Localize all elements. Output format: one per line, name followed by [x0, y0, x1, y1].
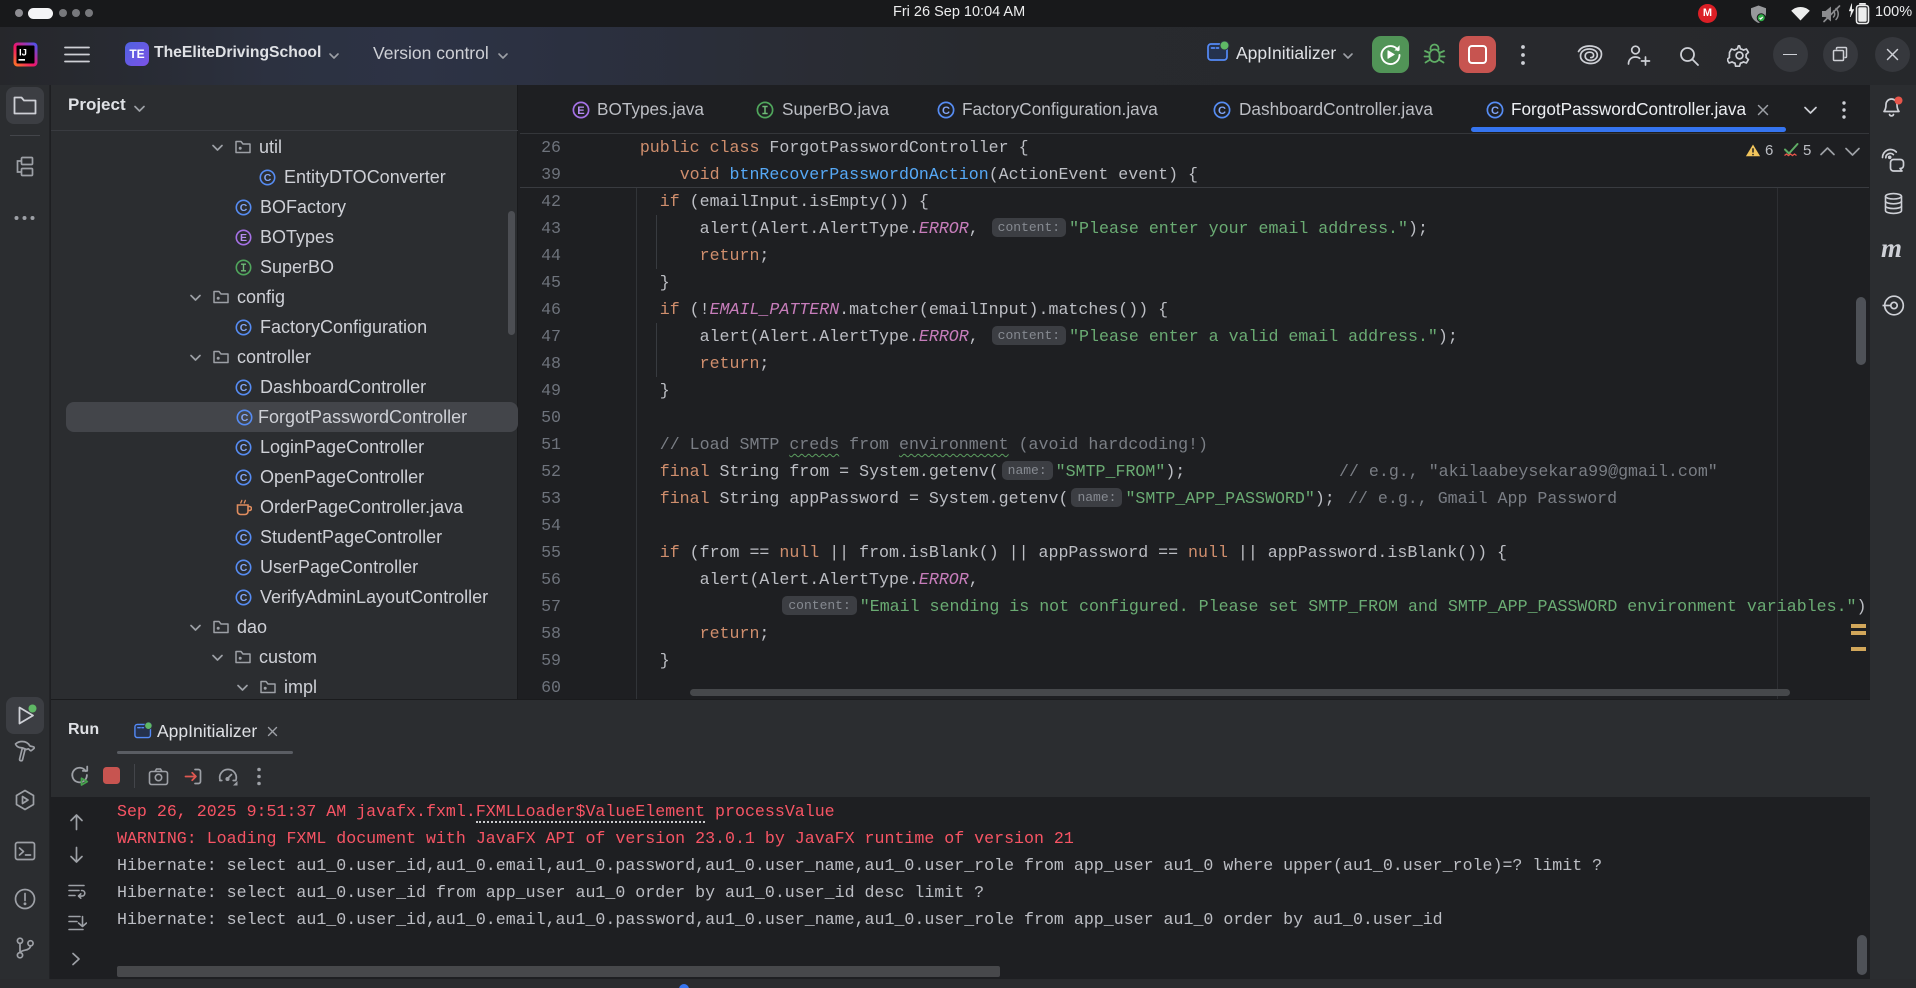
- svg-text:IJ: IJ: [19, 48, 27, 59]
